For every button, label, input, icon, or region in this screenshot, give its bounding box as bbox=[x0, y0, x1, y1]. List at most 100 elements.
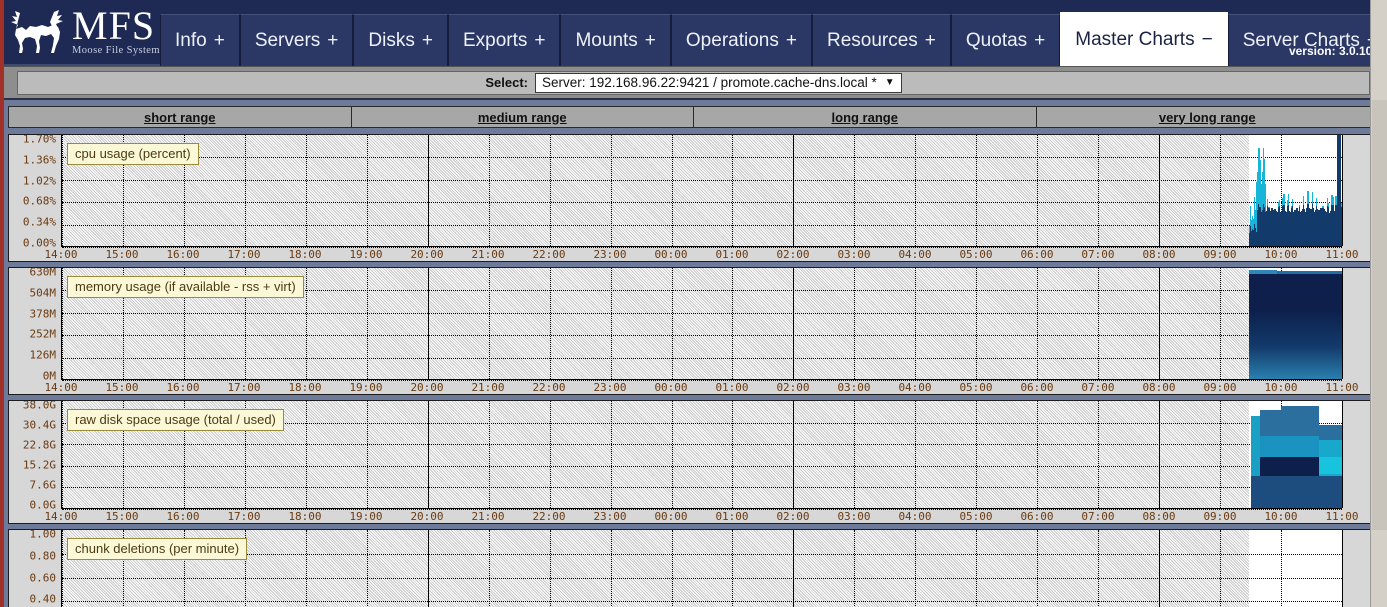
x-tick-label: 15:00 bbox=[105, 510, 139, 523]
x-tick-label: 14:00 bbox=[44, 248, 78, 261]
tab-master-charts[interactable]: Master Charts − bbox=[1060, 12, 1228, 66]
chart-x-axis: 14:00 15:00 16:00 17:00 18:00 19:00 20:00 21:00… bbox=[44, 248, 1358, 261]
tab-label: Resources bbox=[826, 29, 918, 51]
x-tick-label: 19:00 bbox=[349, 248, 383, 261]
range-header-medium-range[interactable]: medium range bbox=[352, 107, 694, 127]
range-header-row: short range medium range long range very lo… bbox=[8, 106, 1379, 128]
plus-icon: + bbox=[1034, 29, 1046, 51]
x-tick-label: 09:00 bbox=[1203, 381, 1237, 394]
x-tick-label: 01:00 bbox=[715, 248, 749, 261]
tab-label: Operations bbox=[685, 29, 779, 51]
server-select[interactable]: Server: 192.168.96.22:9421 / promote.cac… bbox=[535, 72, 902, 93]
chart-panel[interactable]: 1.70% 1.36% 1.02% 0.68% 0.34% 0.00% cpu usage … bbox=[8, 134, 1379, 262]
tab-resources[interactable]: Resources + bbox=[811, 14, 951, 66]
x-tick-label: 03:00 bbox=[837, 381, 871, 394]
x-tick-label: 00:00 bbox=[654, 248, 688, 261]
chart-series-layer bbox=[62, 135, 1342, 246]
y-tick-label: 630M bbox=[29, 267, 57, 279]
x-tick-label: 11:00 bbox=[1325, 381, 1359, 394]
chart-panel[interactable]: 1.000.800.600.400.20chunk deletions (per… bbox=[8, 529, 1379, 607]
y-tick-label: 1.00 bbox=[29, 529, 57, 541]
accent-stripe bbox=[0, 0, 4, 607]
axis-right-edge bbox=[1342, 401, 1343, 508]
select-bar-inner: Select: Server: 192.168.96.22:9421 / pro… bbox=[17, 70, 1370, 95]
gridline-vertical bbox=[1342, 268, 1343, 379]
plus-icon: + bbox=[785, 29, 797, 51]
chart-title-badge: chunk deletions (per minute) bbox=[67, 538, 248, 560]
y-tick-label: 126M bbox=[29, 348, 57, 362]
moose-icon bbox=[6, 10, 68, 54]
main-navigation: Info + Servers + Disks + Exports + Mounts + Operat… bbox=[160, 0, 1387, 66]
axis-right-edge bbox=[1342, 135, 1343, 246]
range-header-short-range[interactable]: short range bbox=[9, 107, 352, 127]
tab-label: Exports bbox=[462, 29, 528, 51]
charts-content: short range medium range long range very lo… bbox=[0, 100, 1387, 607]
x-tick-label: 10:00 bbox=[1264, 248, 1298, 261]
chart-inner: 630M 504M 378M 252M 126M 0M memory usage (if a… bbox=[9, 267, 1378, 394]
x-tick-label: 21:00 bbox=[471, 248, 505, 261]
x-tick-label: 16:00 bbox=[166, 510, 200, 523]
x-tick-label: 22:00 bbox=[532, 381, 566, 394]
chart-plot-area[interactable] bbox=[61, 530, 1343, 607]
chart-y-axis: 1.70% 1.36% 1.02% 0.68% 0.34% 0.00% bbox=[9, 135, 61, 250]
tab-operations[interactable]: Operations + bbox=[670, 14, 812, 66]
tab-server-charts[interactable]: Server Charts+ bbox=[1227, 14, 1387, 66]
x-tick-label: 14:00 bbox=[44, 381, 78, 394]
chart-panel[interactable]: 630M 504M 378M 252M 126M 0M memory usage (if a… bbox=[8, 267, 1379, 395]
x-tick-label: 02:00 bbox=[776, 381, 810, 394]
scrollbar-thumb[interactable] bbox=[1372, 100, 1387, 530]
x-tick-label: 07:00 bbox=[1081, 248, 1115, 261]
x-tick-label: 20:00 bbox=[410, 381, 444, 394]
y-tick-label: 1.02% bbox=[22, 174, 56, 188]
x-tick-label: 09:00 bbox=[1203, 248, 1237, 261]
x-tick-label: 08:00 bbox=[1142, 381, 1176, 394]
chevron-down-icon: ▼ bbox=[884, 76, 895, 88]
chart-title-badge: raw disk space usage (total / used) bbox=[67, 409, 284, 431]
y-tick-label: 0.40 bbox=[29, 592, 57, 606]
x-tick-label: 01:00 bbox=[715, 510, 749, 523]
x-tick-label: 14:00 bbox=[44, 510, 78, 523]
x-tick-label: 06:00 bbox=[1020, 381, 1054, 394]
x-tick-label: 04:00 bbox=[898, 248, 932, 261]
logo[interactable]: MFS Moose File System bbox=[0, 0, 160, 64]
plus-icon: + bbox=[327, 29, 339, 51]
y-tick-label: 15.2G bbox=[22, 458, 56, 472]
y-tick-label: 0.68% bbox=[22, 194, 56, 208]
minus-icon: − bbox=[1201, 28, 1213, 50]
page-scrollbar[interactable] bbox=[1370, 0, 1387, 607]
x-tick-label: 20:00 bbox=[410, 248, 444, 261]
x-tick-label: 10:00 bbox=[1264, 510, 1298, 523]
tab-disks[interactable]: Disks + bbox=[353, 14, 448, 66]
memory-virt-area bbox=[1248, 271, 1342, 379]
chart-y-axis: 1.000.800.600.400.20 bbox=[9, 530, 61, 607]
tab-mounts[interactable]: Mounts + bbox=[560, 14, 671, 66]
x-tick-label: 11:00 bbox=[1325, 248, 1359, 261]
chart-inner: 1.70% 1.36% 1.02% 0.68% 0.34% 0.00% cpu usage … bbox=[9, 135, 1378, 261]
chart-panel[interactable]: 38.0G 30.4G 22.8G 15.2G 7.6G 0.0G raw disk spa… bbox=[8, 400, 1379, 524]
version-label: version: 3.0.101 bbox=[1288, 44, 1379, 58]
range-header-very-long-range[interactable]: very long range bbox=[1037, 107, 1379, 127]
x-tick-label: 20:00 bbox=[410, 510, 444, 523]
x-tick-label: 21:00 bbox=[471, 381, 505, 394]
plus-icon: + bbox=[421, 29, 433, 51]
x-tick-label: 23:00 bbox=[593, 381, 627, 394]
chart-y-axis: 630M 504M 378M 252M 126M 0M bbox=[9, 267, 61, 383]
y-tick-label: 22.8G bbox=[22, 438, 56, 452]
x-tick-label: 07:00 bbox=[1081, 381, 1115, 394]
logo-subtitle: Moose File System bbox=[72, 45, 160, 56]
gridline-vertical bbox=[1342, 530, 1343, 607]
x-tick-label: 23:00 bbox=[593, 510, 627, 523]
tab-quotas[interactable]: Quotas + bbox=[950, 14, 1061, 66]
tab-servers[interactable]: Servers + bbox=[239, 14, 354, 66]
tab-exports[interactable]: Exports + bbox=[447, 14, 561, 66]
select-bar: Select: Server: 192.168.96.22:9421 / pro… bbox=[0, 66, 1387, 100]
x-tick-label: 22:00 bbox=[532, 248, 566, 261]
range-header-long-range[interactable]: long range bbox=[694, 107, 1037, 127]
plus-icon: + bbox=[534, 29, 546, 51]
y-tick-label: 0.60 bbox=[29, 571, 57, 584]
x-tick-label: 04:00 bbox=[898, 381, 932, 394]
x-tick-label: 08:00 bbox=[1142, 248, 1176, 261]
x-tick-label: 21:00 bbox=[471, 510, 505, 523]
tab-info[interactable]: Info + bbox=[160, 14, 240, 66]
chart-plot-area[interactable] bbox=[61, 135, 1343, 248]
